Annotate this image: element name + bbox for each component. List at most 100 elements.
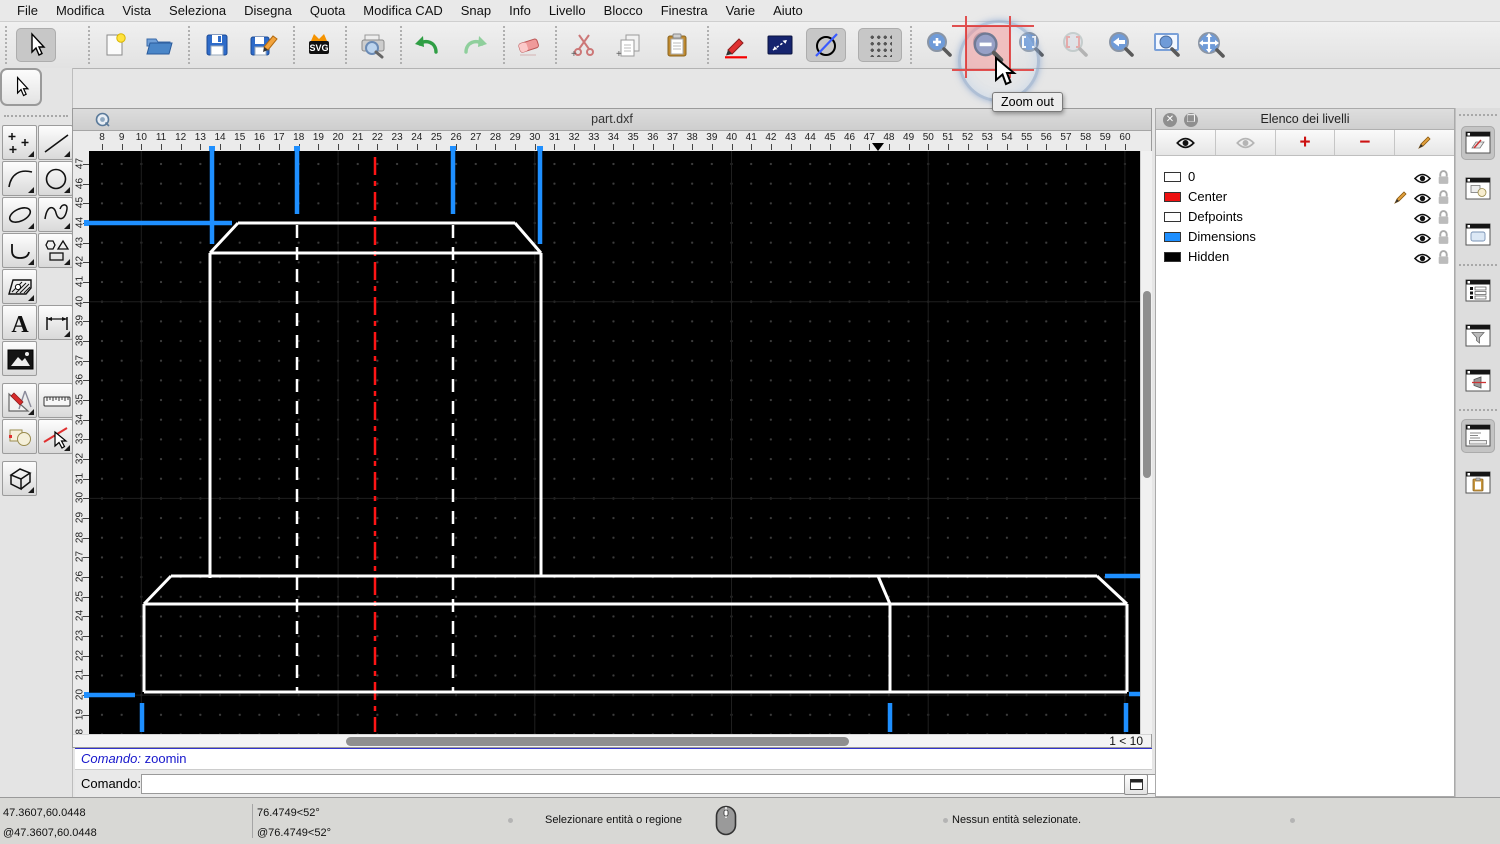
open-document-button[interactable] [142,28,176,62]
undock-icon[interactable]: ❐ [1184,113,1198,127]
palette-select-button[interactable] [0,68,42,106]
menu-item-disegna[interactable]: Disegna [235,0,301,22]
delete-button[interactable] [512,28,546,62]
edit-shapes-tool-button[interactable] [2,419,37,454]
menu-item-aiuto[interactable]: Aiuto [764,0,812,22]
svg-export-button[interactable]: SVG [302,28,336,62]
menu-item-blocco[interactable]: Blocco [595,0,652,22]
toolbar-handle[interactable] [5,26,7,64]
hide-all-layers-button[interactable] [1216,130,1276,155]
horizontal-scrollbar[interactable]: 1 < 10 [73,734,1151,747]
shapes-tool-button[interactable] [38,233,73,268]
layer-visible-icon[interactable] [1414,193,1431,204]
layer-color-swatch[interactable] [1164,252,1181,262]
menu-item-file[interactable]: File [8,0,47,22]
layer-visible-icon[interactable] [1414,173,1431,184]
new-document-button[interactable] [98,28,132,62]
command-line-panel-toggle[interactable] [1461,419,1495,453]
layer-lock-icon[interactable] [1437,170,1450,185]
entity-list-panel-toggle[interactable] [1461,274,1495,308]
hatch-tool-button[interactable] [2,269,37,304]
remove-layer-button[interactable]: − [1335,130,1395,155]
layer-visible-icon[interactable] [1414,253,1431,264]
layer-row-hidden[interactable]: Hidden [1156,247,1454,267]
ellipse-tool-button[interactable] [2,197,37,232]
menu-item-seleziona[interactable]: Seleziona [160,0,235,22]
modify-tool-button[interactable] [2,383,37,418]
construction-mode-button[interactable] [806,28,846,62]
copy-button[interactable]: + [612,28,646,62]
points-tool-button[interactable] [2,125,37,160]
zoom-pan-button[interactable] [1194,28,1228,62]
palette-handle[interactable] [4,115,68,117]
layer-color-swatch[interactable] [1164,232,1181,242]
drawing-canvas[interactable] [89,151,1140,734]
layer-visible-icon[interactable] [1414,233,1431,244]
print-preview-button[interactable] [356,28,390,62]
menu-item-modifica-cad[interactable]: Modifica CAD [354,0,451,22]
zoom-window-button[interactable] [1150,28,1184,62]
library-panel-toggle[interactable] [1461,218,1495,252]
vertical-scrollbar[interactable] [1140,151,1152,734]
paste-button[interactable] [660,28,694,62]
layer-row-dimensions[interactable]: Dimensions [1156,227,1454,247]
clipboard-panel-toggle[interactable] [1461,466,1495,500]
selection-filter-panel-toggle[interactable] [1461,319,1495,353]
image-tool-button[interactable] [2,341,37,376]
outline-layer[interactable] [144,223,1127,692]
menu-item-quota[interactable]: Quota [301,0,354,22]
show-all-layers-button[interactable] [1156,130,1216,155]
layer-color-swatch[interactable] [1164,172,1181,182]
view-panel-toggle[interactable] [1461,364,1495,398]
zoom-in-button[interactable] [922,28,956,62]
redo-button[interactable] [458,28,492,62]
spline-tool-button[interactable] [38,197,73,232]
layer-lock-icon[interactable] [1437,250,1450,265]
grid-major-lines[interactable] [89,151,1140,734]
blocks-panel-toggle[interactable] [1461,172,1495,206]
add-layer-button[interactable]: + [1276,130,1336,155]
menu-item-livello[interactable]: Livello [540,0,595,22]
snap-selection-tool-button[interactable] [38,419,73,454]
grid-toggle-button[interactable] [858,28,902,62]
layer-lock-icon[interactable] [1437,210,1450,225]
layer-color-swatch[interactable] [1164,192,1181,202]
close-icon[interactable]: ✕ [1163,113,1177,127]
pen-tool-button[interactable] [719,28,753,62]
circle-tool-button[interactable] [38,161,73,196]
text-tool-button[interactable]: A [2,305,37,340]
dimension-tool-button[interactable] [38,305,73,340]
polyline-tool-button[interactable] [2,233,37,268]
document-tabbar[interactable]: part.dxf [73,109,1151,131]
layer-row-center[interactable]: Center [1156,187,1454,207]
save-button[interactable] [200,28,234,62]
layer-lock-icon[interactable] [1437,190,1450,205]
arc-tool-button[interactable] [2,161,37,196]
undo-button[interactable] [410,28,444,62]
dock-handle[interactable] [1459,114,1497,116]
horizontal-scrollbar-thumb[interactable] [346,737,849,746]
measure-tool-button[interactable] [38,383,73,418]
zoom-selection-button[interactable] [1058,28,1092,62]
menu-item-finestra[interactable]: Finestra [652,0,717,22]
save-as-button[interactable] [246,28,280,62]
distance-measure-button[interactable] [763,28,797,62]
zoom-previous-button[interactable] [1104,28,1138,62]
menu-item-vista[interactable]: Vista [113,0,160,22]
command-input[interactable] [141,774,1201,794]
solid-3d-tool-button[interactable] [2,461,37,496]
menu-item-varie[interactable]: Varie [717,0,764,22]
layer-visible-icon[interactable] [1414,213,1431,224]
select-tool-button[interactable] [16,28,56,62]
menu-item-snap[interactable]: Snap [452,0,500,22]
menu-item-modifica[interactable]: Modifica [47,0,113,22]
layer-color-swatch[interactable] [1164,212,1181,222]
command-options-button[interactable] [1124,774,1148,795]
layers-panel-toggle[interactable] [1461,126,1495,160]
dimension-lines-layer[interactable] [89,151,1140,732]
layer-row-0[interactable]: 0 [1156,167,1454,187]
line-tool-button[interactable] [38,125,73,160]
layer-row-defpoints[interactable]: Defpoints [1156,207,1454,227]
cut-button[interactable]: + [566,28,600,62]
layer-lock-icon[interactable] [1437,230,1450,245]
